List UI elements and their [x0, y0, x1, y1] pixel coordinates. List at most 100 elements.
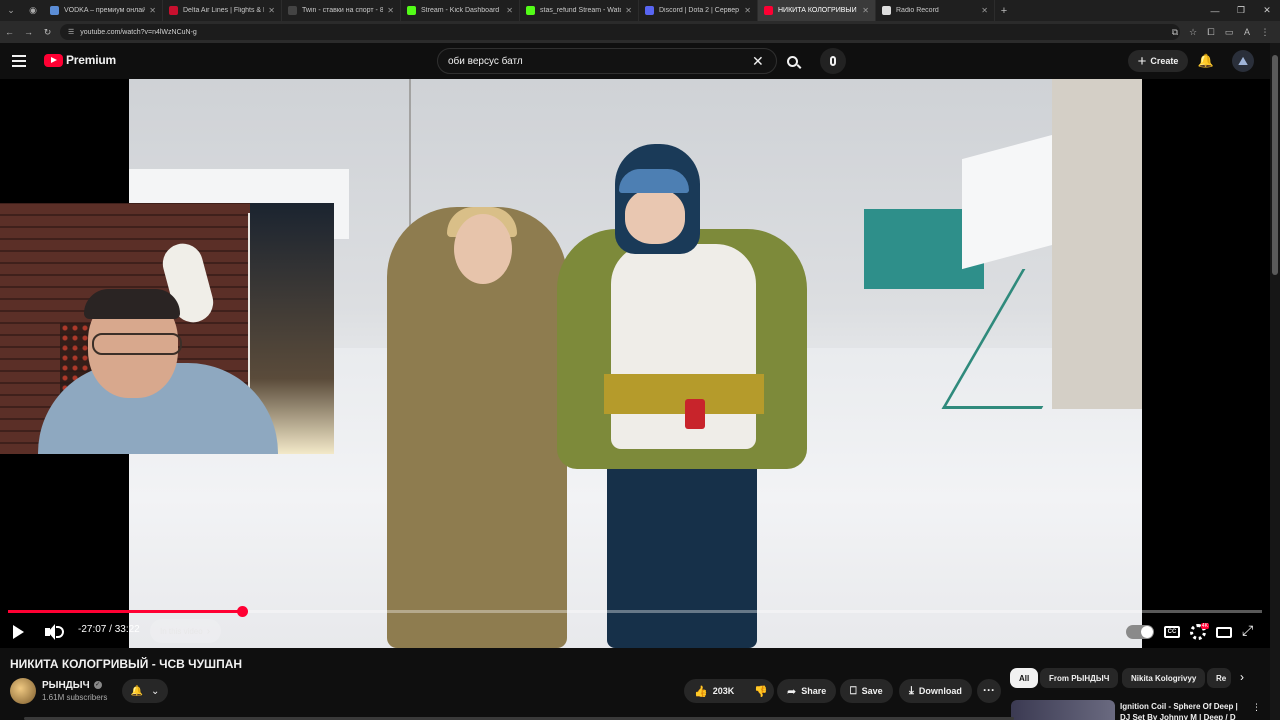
page-scrollbar[interactable] — [1270, 43, 1280, 720]
minimize-icon[interactable]: — — [1202, 6, 1228, 16]
browser-tab-active[interactable]: НИКИТА КОЛОГРИВЫЙ - ЧСВ✕ — [758, 0, 876, 21]
close-tab-icon[interactable]: ✕ — [744, 6, 751, 15]
close-tab-icon[interactable]: ✕ — [625, 6, 632, 15]
account-avatar[interactable]: ⛰ — [1232, 50, 1254, 72]
download-icon: ⤓ — [909, 684, 914, 697]
tab-search-icon[interactable]: ⌄ — [0, 0, 22, 21]
browser-tab[interactable]: Delta Air Lines | Flights & Plane✕ — [163, 0, 282, 21]
theater-mode-icon[interactable] — [1216, 626, 1232, 638]
forward-icon[interactable]: → — [19, 27, 38, 37]
window-controls: — ❐ ✕ — [1202, 0, 1280, 21]
youtube-header: Premium оби версус батл ✕ + Create 🔔 ⛰ — [0, 43, 1280, 79]
video-title: НИКИТА КОЛОГРИВЫЙ - ЧСВ ЧУШПАН — [10, 657, 243, 671]
video-woman-face — [454, 214, 512, 284]
close-tab-icon[interactable]: ✕ — [149, 6, 156, 15]
close-window-icon[interactable]: ✕ — [1254, 5, 1280, 16]
close-tab-icon[interactable]: ✕ — [387, 6, 394, 15]
open-in-app-icon[interactable]: ⧉ — [1166, 27, 1184, 38]
browser-tab[interactable]: stas_refund Stream - Watch Li✕ — [520, 0, 639, 21]
search-query-text: оби версус батл — [448, 55, 523, 67]
subscriber-count: 1.61M subscribers — [42, 693, 108, 702]
video-player[interactable]: -27:07 / 33:22 In this video › CC 4K — [0, 79, 1270, 648]
maximize-icon[interactable]: ❐ — [1228, 5, 1254, 16]
like-dislike-group: 👍 203K 👎 — [684, 679, 774, 703]
notifications-bell-icon[interactable]: 🔔 — [1197, 52, 1215, 70]
webcam-person-hair — [84, 289, 180, 319]
close-tab-icon[interactable]: ✕ — [268, 6, 275, 15]
chrome-menu-icon[interactable]: ◉ — [22, 0, 44, 21]
subtitles-icon[interactable]: CC — [1164, 626, 1180, 638]
video-man-face — [625, 189, 685, 244]
url-field[interactable]: ☰ youtube.com/watch?v=n4lWzNCuN-g — [60, 24, 1180, 40]
chip-related[interactable]: Re — [1207, 668, 1231, 688]
clear-search-icon[interactable]: ✕ — [752, 52, 764, 70]
scrollbar-thumb[interactable] — [1272, 55, 1278, 275]
close-tab-icon[interactable]: ✕ — [981, 6, 988, 15]
browser-menu-icon[interactable]: ⋮ — [1256, 27, 1274, 38]
thumbs-down-icon: 👎 — [754, 685, 768, 698]
bookmark-star-icon[interactable]: ☆ — [1184, 27, 1202, 38]
fullscreen-icon[interactable] — [1242, 622, 1256, 639]
browser-tab[interactable]: Discord | Dota 2 | Сервер и]Li✕ — [639, 0, 758, 21]
bell-icon: 🔔 — [130, 685, 144, 697]
channel-avatar[interactable] — [10, 678, 36, 704]
browser-tab[interactable]: Radio Record ✕ — [876, 0, 995, 21]
menu-icon[interactable] — [12, 52, 30, 70]
volume-icon[interactable] — [45, 623, 64, 641]
chevron-right-icon: › — [206, 625, 211, 637]
webcam-person-glasses — [92, 333, 182, 355]
tab-favicon-icon — [407, 6, 416, 15]
tab-favicon-icon — [764, 6, 773, 15]
new-tab-button[interactable]: + — [995, 5, 1013, 17]
tab-favicon-icon — [169, 6, 178, 15]
tab-favicon-icon — [882, 6, 891, 15]
chevron-right-icon[interactable]: › — [1240, 670, 1244, 684]
progress-bar[interactable] — [8, 606, 1262, 617]
recommendation-menu-icon[interactable]: ⋮ — [1252, 702, 1261, 713]
player-controls-right: CC 4K — [1126, 620, 1256, 644]
more-actions-icon[interactable]: ··· — [977, 679, 1001, 703]
autoplay-toggle[interactable] — [1126, 625, 1154, 639]
browser-tab[interactable]: Twin - ставки на спорт - 8218✕ — [282, 0, 401, 21]
reload-icon[interactable]: ↻ — [38, 27, 57, 38]
chip-all[interactable]: All — [1010, 668, 1039, 688]
share-button[interactable]: ➦ Share — [777, 679, 837, 703]
save-button[interactable]: ⎕ Save — [840, 679, 893, 703]
create-button[interactable]: + Create — [1128, 50, 1188, 72]
recommendation-thumbnail[interactable] — [1011, 700, 1115, 720]
youtube-logo[interactable]: Premium — [44, 53, 116, 67]
chip-nikita-kologrivyy[interactable]: Nikita Kologrivyy — [1122, 668, 1206, 688]
recommendation-title[interactable]: Ignition Coil - Sphere Of Deep | DJ Set … — [1120, 701, 1245, 720]
close-tab-icon[interactable]: ✕ — [506, 6, 513, 15]
cast-icon[interactable]: ▭ — [1220, 27, 1238, 38]
verified-check-icon: ✓ — [93, 681, 102, 690]
tab-favicon-icon — [645, 6, 654, 15]
player-controls: -27:07 / 33:22 In this video › CC 4K — [0, 617, 1270, 647]
chip-from-channel[interactable]: From РЫНДЫЧ — [1040, 668, 1119, 688]
like-button[interactable]: 👍 203K — [684, 679, 744, 703]
site-info-icon[interactable]: ☰ — [68, 28, 74, 36]
play-icon[interactable] — [13, 625, 24, 639]
tab-favicon-icon — [288, 6, 297, 15]
browser-tab[interactable]: Stream - Kick Dashboard ✕ — [401, 0, 520, 21]
plus-icon: + — [1137, 52, 1147, 70]
search-button[interactable] — [779, 48, 805, 74]
voice-search-button[interactable] — [820, 48, 846, 74]
video-man-jacket-front — [611, 244, 756, 449]
toolbar-actions: ⧉ ☆ ⧠ ▭ A ⋮ — [1166, 21, 1274, 43]
search-input[interactable]: оби версус батл — [437, 48, 777, 74]
chevron-down-icon: ⌄ — [151, 685, 160, 697]
back-icon[interactable]: ← — [0, 27, 19, 37]
in-this-video-button[interactable]: In this video › — [150, 619, 222, 643]
browser-tab[interactable]: VODKA – премиум онлайн-ка✕ — [44, 0, 163, 21]
download-button[interactable]: ⤓ Download — [899, 679, 972, 703]
webcam-overlay — [0, 203, 334, 454]
profile-icon[interactable]: A — [1238, 27, 1256, 37]
subscription-bell-button[interactable]: 🔔 ⌄ — [122, 679, 168, 703]
close-tab-icon[interactable]: ✕ — [862, 6, 869, 15]
settings-gear-icon[interactable]: 4K — [1190, 623, 1209, 640]
video-can — [685, 399, 705, 429]
channel-name[interactable]: РЫНДЫЧ ✓ — [42, 680, 102, 691]
extensions-icon[interactable]: ⧠ — [1202, 27, 1220, 38]
youtube-play-logo-icon — [44, 53, 63, 67]
